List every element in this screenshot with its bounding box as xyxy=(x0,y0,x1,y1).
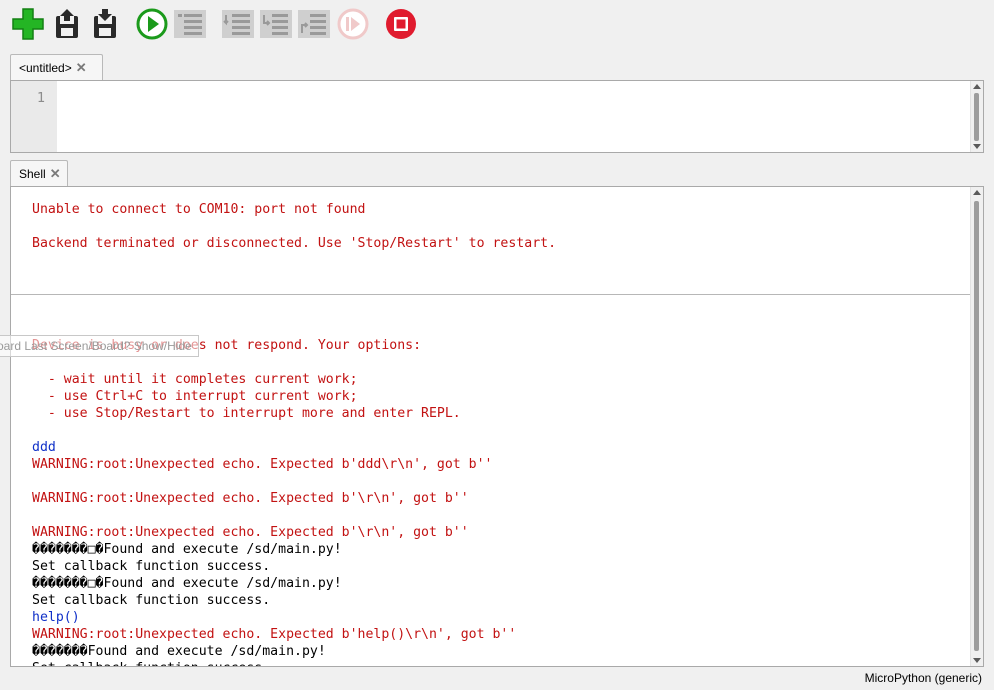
tooltip: oard Last Screen/Board? Show/Hide xyxy=(0,335,199,357)
shell-line: Backend terminated or disconnected. Use … xyxy=(32,236,557,251)
play-icon xyxy=(136,8,168,40)
shell-scrollbar[interactable] xyxy=(970,187,983,666)
resume-icon xyxy=(337,8,369,40)
resume-button[interactable] xyxy=(336,7,370,41)
shell-separator xyxy=(11,286,983,303)
shell-line: WARNING:root:Unexpected echo. Expected b… xyxy=(32,457,493,472)
shell-line: Unable to connect to COM10: port not fou… xyxy=(32,202,366,217)
shell-line: help() xyxy=(32,610,80,625)
run-button[interactable] xyxy=(135,7,169,41)
step-over-button[interactable] xyxy=(221,7,255,41)
shell-line: Set callback function success. xyxy=(32,660,963,666)
shell-panel[interactable]: Unable to connect to COM10: port not fou… xyxy=(10,186,984,667)
shell-line: - use Ctrl+C to interrupt current work; xyxy=(32,389,358,404)
save-button[interactable] xyxy=(88,7,122,41)
line-gutter: 1 xyxy=(11,81,57,152)
new-file-button[interactable] xyxy=(11,7,45,41)
shell-line: WARNING:root:Unexpected echo. Expected b… xyxy=(32,525,469,540)
tab-shell-label: Shell xyxy=(19,167,46,181)
shell-line: �������□�Found and execute /sd/main.py! xyxy=(32,576,342,591)
close-icon[interactable]: ✕ xyxy=(76,55,87,81)
shell-line: Set callback function success. xyxy=(32,593,271,608)
scroll-down-arrow-icon[interactable] xyxy=(973,658,981,663)
line-number: 1 xyxy=(36,90,45,106)
load-icon xyxy=(56,9,78,38)
editor-scrollbar[interactable] xyxy=(970,81,983,152)
shell-line: - use Stop/Restart to interrupt more and… xyxy=(32,406,461,421)
interpreter-status[interactable]: MicroPython (generic) xyxy=(865,670,982,686)
shell-line: �������□�Found and execute /sd/main.py! xyxy=(32,542,342,557)
step-out-button[interactable] xyxy=(297,7,331,41)
debug-icon xyxy=(174,10,206,38)
step-out-icon xyxy=(298,10,330,38)
shell-line: - wait until it completes current work; xyxy=(32,372,358,387)
shell-line: Set callback function success. xyxy=(32,559,271,574)
tab-untitled-label: <untitled> xyxy=(19,61,72,75)
shell-line: �������Found and execute /sd/main.py! xyxy=(32,644,326,659)
load-button[interactable] xyxy=(50,7,84,41)
scroll-up-arrow-icon[interactable] xyxy=(973,190,981,195)
step-over-icon xyxy=(222,10,254,38)
stop-icon xyxy=(386,9,416,39)
tab-untitled[interactable]: <untitled> ✕ xyxy=(10,54,103,81)
toolbar xyxy=(0,0,994,46)
step-into-icon xyxy=(260,10,292,38)
plus-icon xyxy=(12,8,44,40)
scroll-down-arrow-icon[interactable] xyxy=(973,144,981,149)
step-into-button[interactable] xyxy=(259,7,293,41)
close-icon[interactable]: ✕ xyxy=(50,161,61,187)
code-editor[interactable]: 1 xyxy=(10,80,984,153)
scroll-up-arrow-icon[interactable] xyxy=(973,84,981,89)
stop-button[interactable] xyxy=(384,7,418,41)
shell-scroll-thumb[interactable] xyxy=(974,201,979,651)
debug-button[interactable] xyxy=(173,7,207,41)
shell-line: WARNING:root:Unexpected echo. Expected b… xyxy=(32,627,517,642)
shell-line: WARNING:root:Unexpected echo. Expected b… xyxy=(32,491,469,506)
shell-line: ddd xyxy=(32,440,56,455)
shell-output[interactable]: Unable to connect to COM10: port not fou… xyxy=(11,201,983,666)
editor-scroll-thumb[interactable] xyxy=(974,93,979,141)
tab-shell[interactable]: Shell ✕ xyxy=(10,160,68,187)
save-icon xyxy=(94,9,116,38)
